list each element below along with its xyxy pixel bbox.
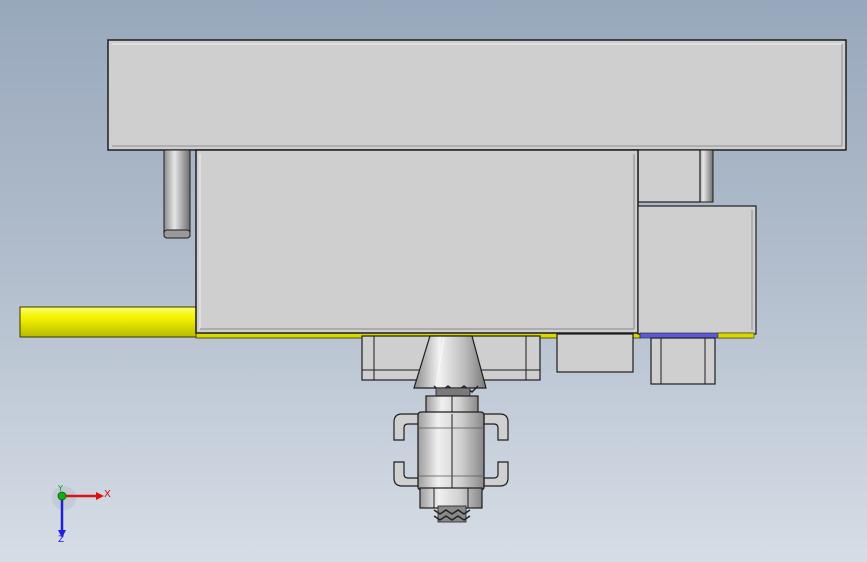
x-axis-arrowhead: [96, 492, 104, 500]
lower-hex-nut[interactable]: [419, 487, 483, 509]
top-plate[interactable]: [107, 39, 847, 151]
lower-middle-block[interactable]: [556, 333, 634, 373]
main-body-block[interactable]: [195, 149, 639, 334]
upper-hex-nut[interactable]: [425, 395, 479, 415]
upper-right-block[interactable]: [637, 149, 701, 203]
left-guide-pin[interactable]: [163, 149, 191, 239]
y-axis-dot: [57, 491, 67, 501]
z-axis-label: Z: [58, 535, 64, 544]
lower-right-block[interactable]: [650, 337, 716, 385]
right-side-block[interactable]: [637, 205, 757, 339]
assembly-model[interactable]: [0, 0, 867, 562]
cad-graphics-viewport[interactable]: X Y Z: [0, 0, 867, 562]
bottom-spring[interactable]: [433, 505, 471, 523]
clamp-cylinder-body[interactable]: [417, 411, 485, 491]
y-axis-label: Y: [57, 484, 63, 493]
coordinate-triad: X Y Z: [52, 484, 111, 544]
x-axis-label: X: [104, 489, 111, 500]
left-clamp-clip[interactable]: [393, 413, 421, 487]
right-clamp-clip[interactable]: [483, 413, 509, 487]
